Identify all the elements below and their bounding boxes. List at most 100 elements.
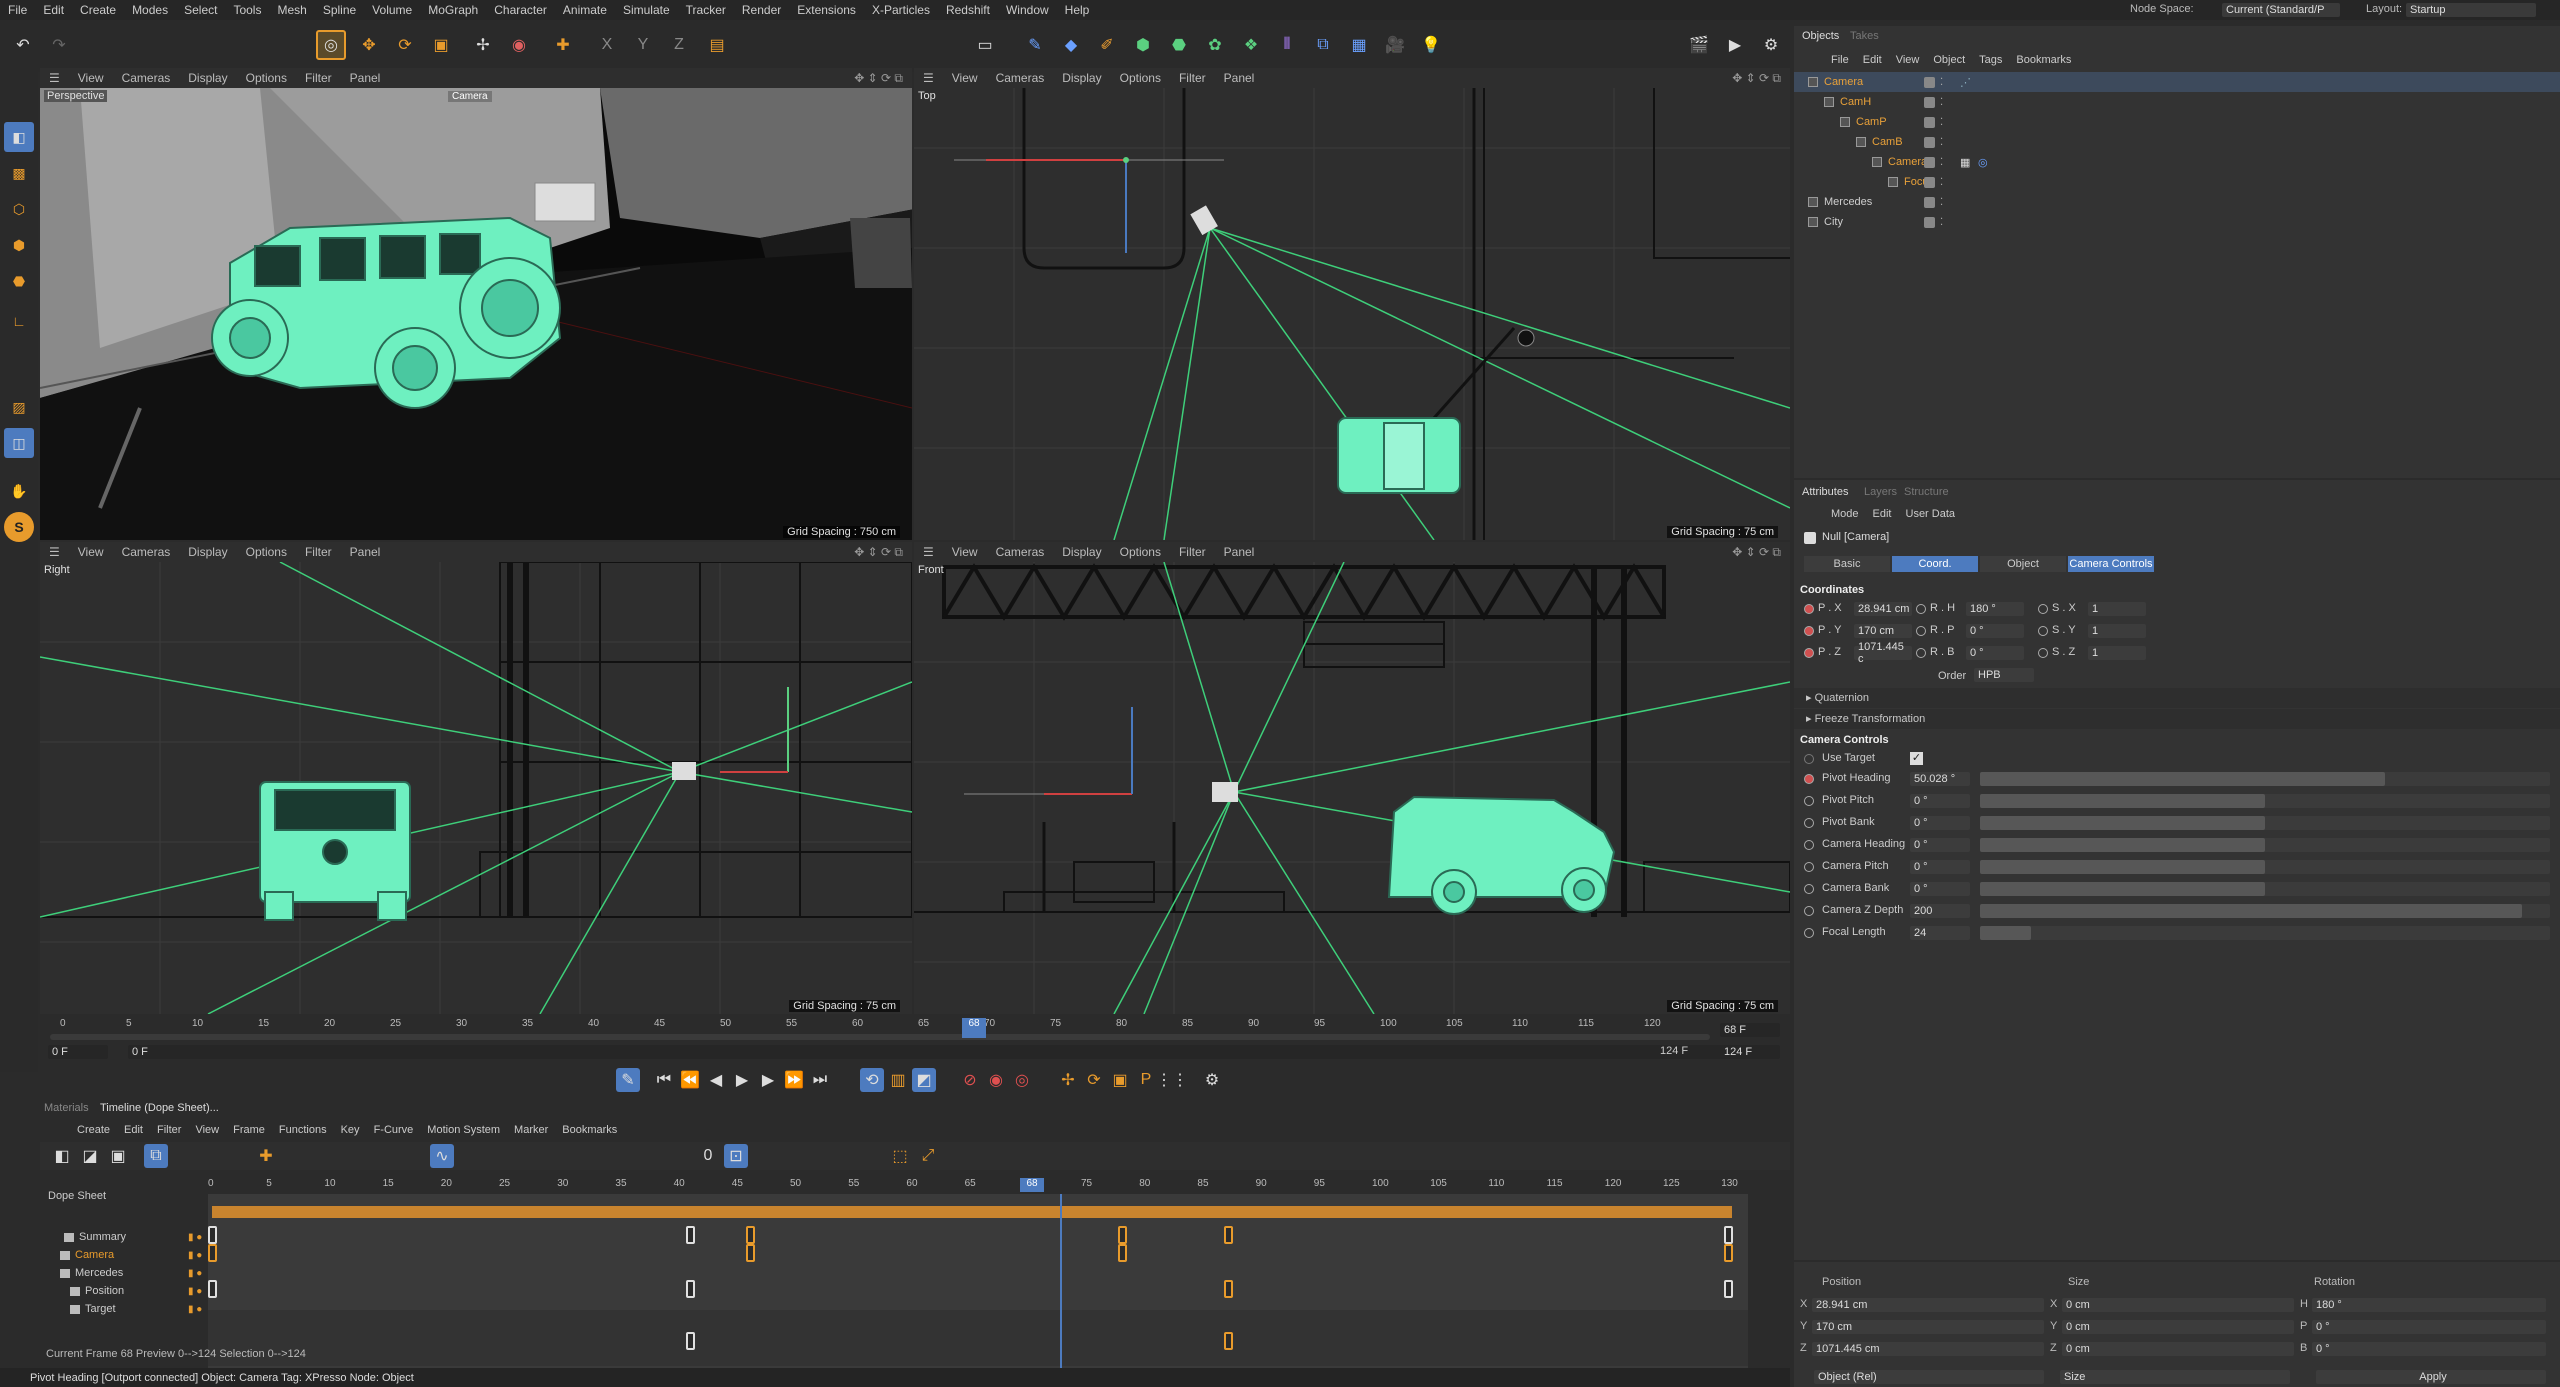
coord-field-s-2[interactable]: 1 bbox=[2088, 646, 2146, 660]
menu-extensions[interactable]: Extensions bbox=[789, 3, 864, 17]
move-icon[interactable]: ✥ bbox=[354, 30, 384, 60]
control-value-field[interactable]: 0 ° bbox=[1910, 882, 1970, 896]
control-value-field[interactable]: 0 ° bbox=[1910, 838, 1970, 852]
control-value-field[interactable]: 50.028 ° bbox=[1910, 772, 1970, 786]
coordinate-system-icon[interactable]: ▤ bbox=[702, 30, 732, 60]
viewport-nav-icons[interactable]: ✥ ⇕ ⟳ ⧉ bbox=[845, 545, 912, 560]
key-summary-82[interactable] bbox=[1224, 1226, 1233, 1244]
lock-time-icon[interactable]: ⊡ bbox=[724, 1144, 748, 1168]
axis-mode-icon[interactable]: ∟ bbox=[4, 306, 34, 336]
previous-key-icon[interactable]: ⏪ bbox=[678, 1068, 702, 1092]
viewport-menu-filter[interactable]: Filter bbox=[1170, 71, 1215, 85]
control-slider[interactable] bbox=[1980, 816, 2550, 830]
anim-keyframe-icon[interactable] bbox=[1916, 648, 1926, 658]
subtab-camera-controls[interactable]: Camera Controls bbox=[2068, 556, 2154, 572]
viewport-menu-cameras[interactable]: Cameras bbox=[987, 545, 1054, 559]
subtab-basic[interactable]: Basic bbox=[1804, 556, 1890, 572]
node-space-select[interactable]: Current (Standard/P bbox=[2222, 3, 2340, 17]
coord-field-s-0[interactable]: 1 bbox=[2088, 602, 2146, 616]
control-slider[interactable] bbox=[1980, 772, 2550, 786]
record-scale-icon[interactable]: ▣ bbox=[1108, 1068, 1132, 1092]
viewport-menu-options[interactable]: Options bbox=[1111, 71, 1170, 85]
object-row-camb[interactable]: CamB ⁚ bbox=[1794, 132, 2560, 152]
visibility-dots-icon[interactable]: ⁚ bbox=[1940, 117, 1943, 128]
subdivision-icon[interactable]: ⬢ bbox=[1128, 30, 1158, 60]
cm-mode-select[interactable]: Object (Rel) bbox=[1814, 1370, 2044, 1384]
frame-all-icon[interactable]: ⤢ bbox=[916, 1144, 940, 1168]
cm-position-field[interactable]: 1071.445 cm bbox=[1812, 1342, 2044, 1356]
key-target-82[interactable] bbox=[1224, 1332, 1233, 1350]
viewport-menu-view[interactable]: View bbox=[943, 545, 987, 559]
tab-timeline[interactable]: Timeline (Dope Sheet)... bbox=[100, 1102, 219, 1114]
tab-layers[interactable]: Layers bbox=[1864, 486, 1897, 498]
go-to-start-icon[interactable]: ⏮ bbox=[652, 1068, 676, 1092]
object-row-focus[interactable]: Focus ⁚ bbox=[1794, 172, 2560, 192]
dope-playhead[interactable] bbox=[1060, 1194, 1062, 1370]
dope-track-camera[interactable]: Camera ▮ ● bbox=[40, 1246, 208, 1264]
dope-menu-create[interactable]: Create bbox=[70, 1124, 117, 1136]
redshift-icon[interactable]: S bbox=[4, 512, 34, 542]
layer-edit-icon[interactable] bbox=[1924, 96, 1935, 108]
layer-edit-icon[interactable] bbox=[1924, 76, 1935, 88]
cm-size-field[interactable]: 0 cm bbox=[2062, 1320, 2294, 1334]
dope-menu-filter[interactable]: Filter bbox=[150, 1124, 188, 1136]
mograph-icon[interactable]: ❖ bbox=[1236, 30, 1266, 60]
record-pla-icon[interactable]: ⋮⋮ bbox=[1156, 1068, 1188, 1092]
tangent-icon[interactable]: ∿ bbox=[430, 1144, 454, 1168]
viewport-menu-view[interactable]: View bbox=[943, 71, 987, 85]
track-state-icon[interactable]: ▮ ● bbox=[188, 1268, 202, 1279]
anim-keyframe-icon[interactable] bbox=[1804, 906, 1814, 916]
dope-track-summary[interactable]: Summary ▮ ● bbox=[40, 1228, 208, 1246]
visibility-dots-icon[interactable]: ⁚ bbox=[1940, 177, 1943, 188]
layout-select[interactable]: Startup bbox=[2406, 3, 2536, 17]
coord-field-r-1[interactable]: 0 ° bbox=[1966, 624, 2024, 638]
viewport-menu-panel[interactable]: Panel bbox=[1215, 71, 1264, 85]
object-row-camh[interactable]: CamH ⁚ bbox=[1794, 92, 2560, 112]
target-tag-icon[interactable]: ◎ bbox=[1978, 156, 1988, 169]
floor-icon[interactable]: ▦ bbox=[1344, 30, 1374, 60]
cm-rotation-field[interactable]: 180 ° bbox=[2312, 1298, 2546, 1312]
pen-icon[interactable]: ✐ bbox=[1092, 30, 1122, 60]
layer-edit-icon[interactable] bbox=[1924, 136, 1935, 148]
record-active-icon[interactable]: ⊘ bbox=[958, 1068, 982, 1092]
menu-animate[interactable]: Animate bbox=[555, 3, 615, 17]
magnet-icon[interactable]: ✋ bbox=[4, 476, 34, 506]
key-summary-0[interactable] bbox=[208, 1226, 217, 1244]
cm-rotation-field[interactable]: 0 ° bbox=[2312, 1320, 2546, 1334]
viewport-menu-filter[interactable]: Filter bbox=[296, 71, 341, 85]
anim-keyframe-icon[interactable] bbox=[1804, 840, 1814, 850]
menu-modes[interactable]: Modes bbox=[124, 3, 176, 17]
key-summary-45[interactable] bbox=[746, 1226, 755, 1244]
texture-mode-icon[interactable]: ▩ bbox=[4, 158, 34, 188]
key-camera-45[interactable] bbox=[746, 1244, 755, 1262]
viewport-menu-cameras[interactable]: Cameras bbox=[113, 545, 180, 559]
play-icon[interactable]: ▶ bbox=[730, 1068, 754, 1092]
menu-spline[interactable]: Spline bbox=[315, 3, 364, 17]
frame-range-slider[interactable] bbox=[50, 1034, 1710, 1040]
polygons-mode-icon[interactable]: ⬣ bbox=[4, 266, 34, 296]
key-mode-icon[interactable]: ◧ bbox=[50, 1144, 74, 1168]
link-view-icon[interactable]: ⧉ bbox=[144, 1144, 168, 1168]
objects-menu-edit[interactable]: Edit bbox=[1856, 54, 1889, 66]
anim-keyframe-icon[interactable] bbox=[1804, 774, 1814, 784]
record-position-icon[interactable]: ✢ bbox=[1056, 1068, 1080, 1092]
dope-menu-frame[interactable]: Frame bbox=[226, 1124, 272, 1136]
objects-menu-tags[interactable]: Tags bbox=[1972, 54, 2009, 66]
anim-keyframe-icon[interactable] bbox=[1804, 604, 1814, 614]
layer-edit-icon[interactable] bbox=[1924, 156, 1935, 168]
menu-render[interactable]: Render bbox=[734, 3, 789, 17]
key-summary-124[interactable] bbox=[1724, 1226, 1733, 1244]
menu-edit[interactable]: Edit bbox=[35, 3, 72, 17]
menu-create[interactable]: Create bbox=[72, 3, 124, 17]
dope-menu-view[interactable]: View bbox=[188, 1124, 226, 1136]
key-camera-73[interactable] bbox=[1118, 1244, 1127, 1262]
visibility-dots-icon[interactable]: ⁚ bbox=[1940, 137, 1943, 148]
anim-keyframe-icon[interactable] bbox=[1804, 884, 1814, 894]
viewport-menu-options[interactable]: Options bbox=[1111, 545, 1170, 559]
menu-redshift[interactable]: Redshift bbox=[938, 3, 998, 17]
viewport-panel-icon[interactable]: ☰ bbox=[40, 545, 69, 559]
current-frame-marker[interactable]: 68 bbox=[962, 1018, 986, 1038]
value-zero-icon[interactable]: 0 bbox=[696, 1144, 720, 1168]
control-value-field[interactable]: 0 ° bbox=[1910, 794, 1970, 808]
record-rotation-icon[interactable]: ⟳ bbox=[1082, 1068, 1106, 1092]
